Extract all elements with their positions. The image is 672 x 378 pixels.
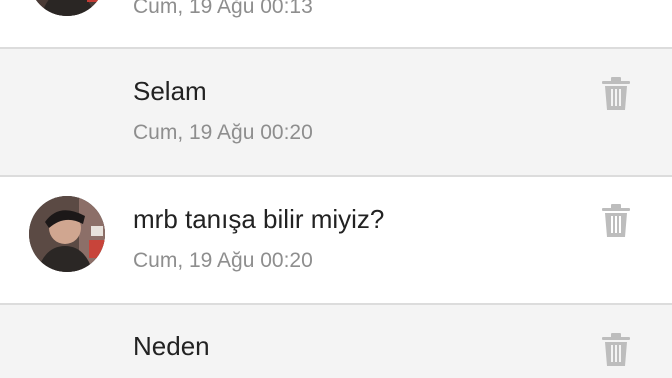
message-text: Selam (133, 76, 207, 106)
message-row: Cum, 19 Ağu 00:13 (0, 0, 672, 47)
message-row: Neden (0, 305, 672, 378)
avatar[interactable] (29, 196, 105, 272)
message-text: mrb tanışa bilir miyiz? (133, 204, 385, 234)
message-row: mrb tanışa bilir miyiz? Cum, 19 Ağu 00:2… (0, 177, 672, 303)
message-timestamp: Cum, 19 Ağu 00:20 (133, 249, 313, 272)
message-row: Selam Cum, 19 Ağu 00:20 (0, 49, 672, 175)
trash-icon[interactable] (601, 204, 631, 238)
message-timestamp: Cum, 19 Ağu 00:13 (133, 0, 313, 18)
trash-icon[interactable] (601, 77, 631, 111)
message-timestamp: Cum, 19 Ağu 00:20 (133, 121, 313, 144)
trash-icon[interactable] (601, 333, 631, 367)
avatar[interactable] (29, 0, 105, 16)
message-text: Neden (133, 331, 210, 361)
